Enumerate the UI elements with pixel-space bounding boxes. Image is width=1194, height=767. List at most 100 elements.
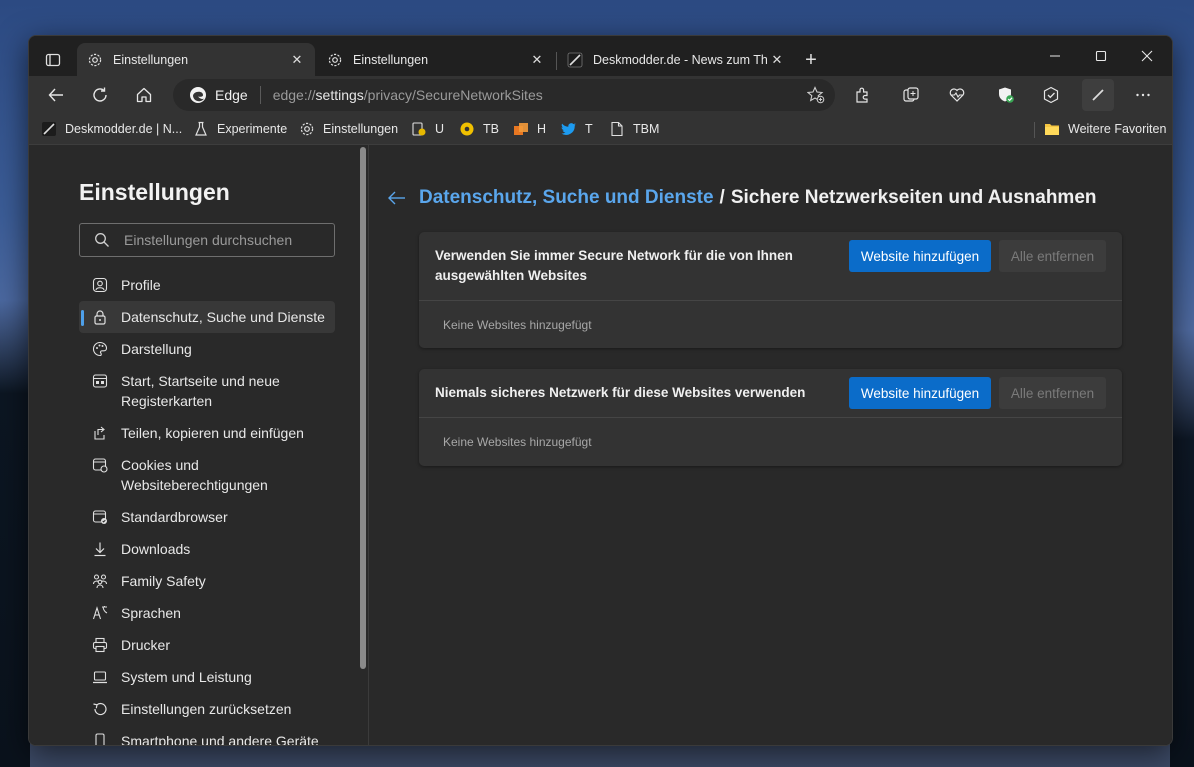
reset-icon (91, 700, 109, 718)
sidebar-item-label: Datenschutz, Suche und Dienste (121, 309, 325, 325)
language-icon (91, 604, 109, 622)
browser-icon (91, 508, 109, 526)
extension-badge-icon[interactable] (1035, 79, 1067, 111)
sidebar-item-profile[interactable]: Profile (79, 269, 335, 301)
deskmodder-icon (567, 52, 583, 68)
collections-icon[interactable] (895, 79, 927, 111)
extensions-icon[interactable] (847, 79, 879, 111)
card-header: Verwenden Sie immer Secure Network für d… (419, 232, 1122, 301)
sidebar-item-printers[interactable]: Drucker (79, 629, 335, 661)
favorite-label: Weitere Favoriten (1068, 122, 1167, 136)
favorite-label: TB (483, 122, 499, 136)
settings-sidebar: Einstellungen Einstellungen durchsuchen … (29, 145, 368, 745)
favorite-label: H (537, 122, 547, 136)
sidebar-item-phone[interactable]: Smartphone und andere Geräte (79, 725, 335, 746)
tab-settings-1[interactable]: Einstellungen ✕ (77, 43, 315, 76)
favorite-u[interactable]: U (411, 119, 444, 139)
deskmodder-extension-icon[interactable] (1082, 79, 1114, 111)
favorites-divider (1034, 122, 1035, 138)
sidebar-item-default-browser[interactable]: Standardbrowser (79, 501, 335, 533)
new-tab-button[interactable]: + (799, 48, 823, 72)
sidebar-item-languages[interactable]: Sprachen (79, 597, 335, 629)
address-bar[interactable]: Edge edge://settings/privacy/SecureNetwo… (173, 79, 835, 111)
sidebar-item-cookies[interactable]: Cookies und Websiteberechtigungen (79, 449, 335, 501)
other-favorites-folder[interactable]: Weitere Favoriten (1044, 119, 1166, 139)
breadcrumb-parent-link[interactable]: Datenschutz, Suche und Dienste (419, 187, 714, 209)
phone-icon (91, 732, 109, 745)
maximize-button[interactable] (1078, 36, 1124, 76)
close-tab-icon[interactable]: ✕ (767, 50, 787, 70)
card-header: Niemals sicheres Netzwerk für diese Webs… (419, 369, 1122, 418)
sidebar-item-label: Downloads (121, 541, 191, 557)
add-website-button[interactable]: Website hinzufügen (849, 377, 991, 409)
cookies-icon (91, 456, 109, 474)
card-title: Niemals sicheres Netzwerk für diese Webs… (435, 385, 806, 400)
sidebar-item-reset[interactable]: Einstellungen zurücksetzen (79, 693, 335, 725)
add-website-button[interactable]: Website hinzufügen (849, 240, 991, 272)
sidebar-item-share[interactable]: Teilen, kopieren und einfügen (79, 417, 335, 449)
sidebar-item-label: Start, Startseite und neue Registerkarte… (121, 373, 280, 409)
tab-actions-icon[interactable] (37, 44, 69, 76)
sidebar-item-appearance[interactable]: Darstellung (79, 333, 335, 365)
address-divider (259, 86, 261, 104)
close-window-button[interactable] (1124, 36, 1170, 76)
back-button[interactable] (40, 79, 72, 111)
url-text: edge://settings/privacy/SecureNetworkSit… (273, 87, 543, 103)
settings-search-input[interactable]: Einstellungen durchsuchen (79, 223, 335, 257)
favorite-h[interactable]: H (513, 119, 546, 139)
back-arrow-icon[interactable] (387, 188, 409, 208)
close-tab-icon[interactable]: ✕ (287, 50, 307, 70)
page-icon (609, 121, 625, 137)
sidebar-item-label: Darstellung (121, 341, 192, 357)
sidebar-item-downloads[interactable]: Downloads (79, 533, 335, 565)
lock-icon (91, 308, 109, 326)
url-prefix: edge:// (272, 87, 316, 103)
sidebar-item-label: Profile (121, 277, 161, 293)
favorite-label: Deskmodder.de | N... (65, 122, 183, 136)
sidebar-scrollbar-thumb[interactable] (360, 147, 366, 669)
breadcrumb: Datenschutz, Suche und Dienste / Sichere… (387, 187, 1097, 209)
favorite-einstellungen[interactable]: Einstellungen (299, 119, 398, 139)
page-title: Sichere Netzwerkseiten und Ausnahmen (730, 187, 1097, 208)
sidebar-item-label: System und Leistung (121, 669, 252, 685)
sidebar-title: Einstellungen (79, 179, 230, 205)
sidebar-item-privacy[interactable]: Datenschutz, Suche und Dienste (79, 301, 335, 333)
favorite-label: TBM (633, 122, 660, 136)
favorite-t[interactable]: T (561, 119, 593, 139)
favorite-experimente[interactable]: Experimente (193, 119, 287, 139)
favorites-bar: Deskmodder.de | N... Experimente Einstel… (29, 113, 1172, 145)
tab-label: Einstellungen (353, 52, 429, 67)
browser-essentials-icon[interactable] (941, 79, 973, 111)
printer-icon (91, 636, 109, 654)
remove-all-button[interactable]: Alle entfernen (999, 377, 1106, 409)
start-icon (91, 372, 109, 390)
more-menu-icon[interactable] (1127, 79, 1159, 111)
always-secure-network-card: Verwenden Sie immer Secure Network für d… (419, 232, 1122, 348)
sidebar-item-start[interactable]: Start, Startseite und neue Registerkarte… (79, 365, 335, 417)
bookmark-h-icon (513, 121, 529, 137)
sidebar-item-family-safety[interactable]: Family Safety (79, 565, 335, 597)
folder-icon (1044, 121, 1060, 137)
favorite-tbm[interactable]: TBM (609, 119, 659, 139)
home-button[interactable] (128, 79, 160, 111)
favorite-deskmodder[interactable]: Deskmodder.de | N... (41, 119, 182, 139)
add-favorite-icon[interactable] (807, 86, 825, 104)
tab-label: Deskmodder.de - News zum The (593, 52, 767, 67)
profile-icon (91, 276, 109, 294)
favorite-tb[interactable]: TB (459, 119, 499, 139)
shield-icon[interactable] (990, 79, 1022, 111)
remove-all-button[interactable]: Alle entfernen (999, 240, 1106, 272)
refresh-button[interactable] (84, 79, 116, 111)
sidebar-item-label: Smartphone und andere Geräte (121, 733, 319, 746)
tab-deskmodder[interactable]: Deskmodder.de - News zum The ✕ (557, 43, 795, 76)
sidebar-item-label: Drucker (121, 637, 171, 653)
bookmark-tb-icon (459, 121, 475, 137)
flask-icon (193, 121, 209, 137)
palette-icon (91, 340, 109, 358)
sidebar-item-system[interactable]: System und Leistung (79, 661, 335, 693)
minimize-button[interactable] (1032, 36, 1078, 76)
search-icon (95, 233, 109, 247)
close-tab-icon[interactable]: ✕ (527, 50, 547, 70)
favorite-label: Experimente (217, 122, 288, 136)
tab-settings-2[interactable]: Einstellungen ✕ (317, 43, 555, 76)
